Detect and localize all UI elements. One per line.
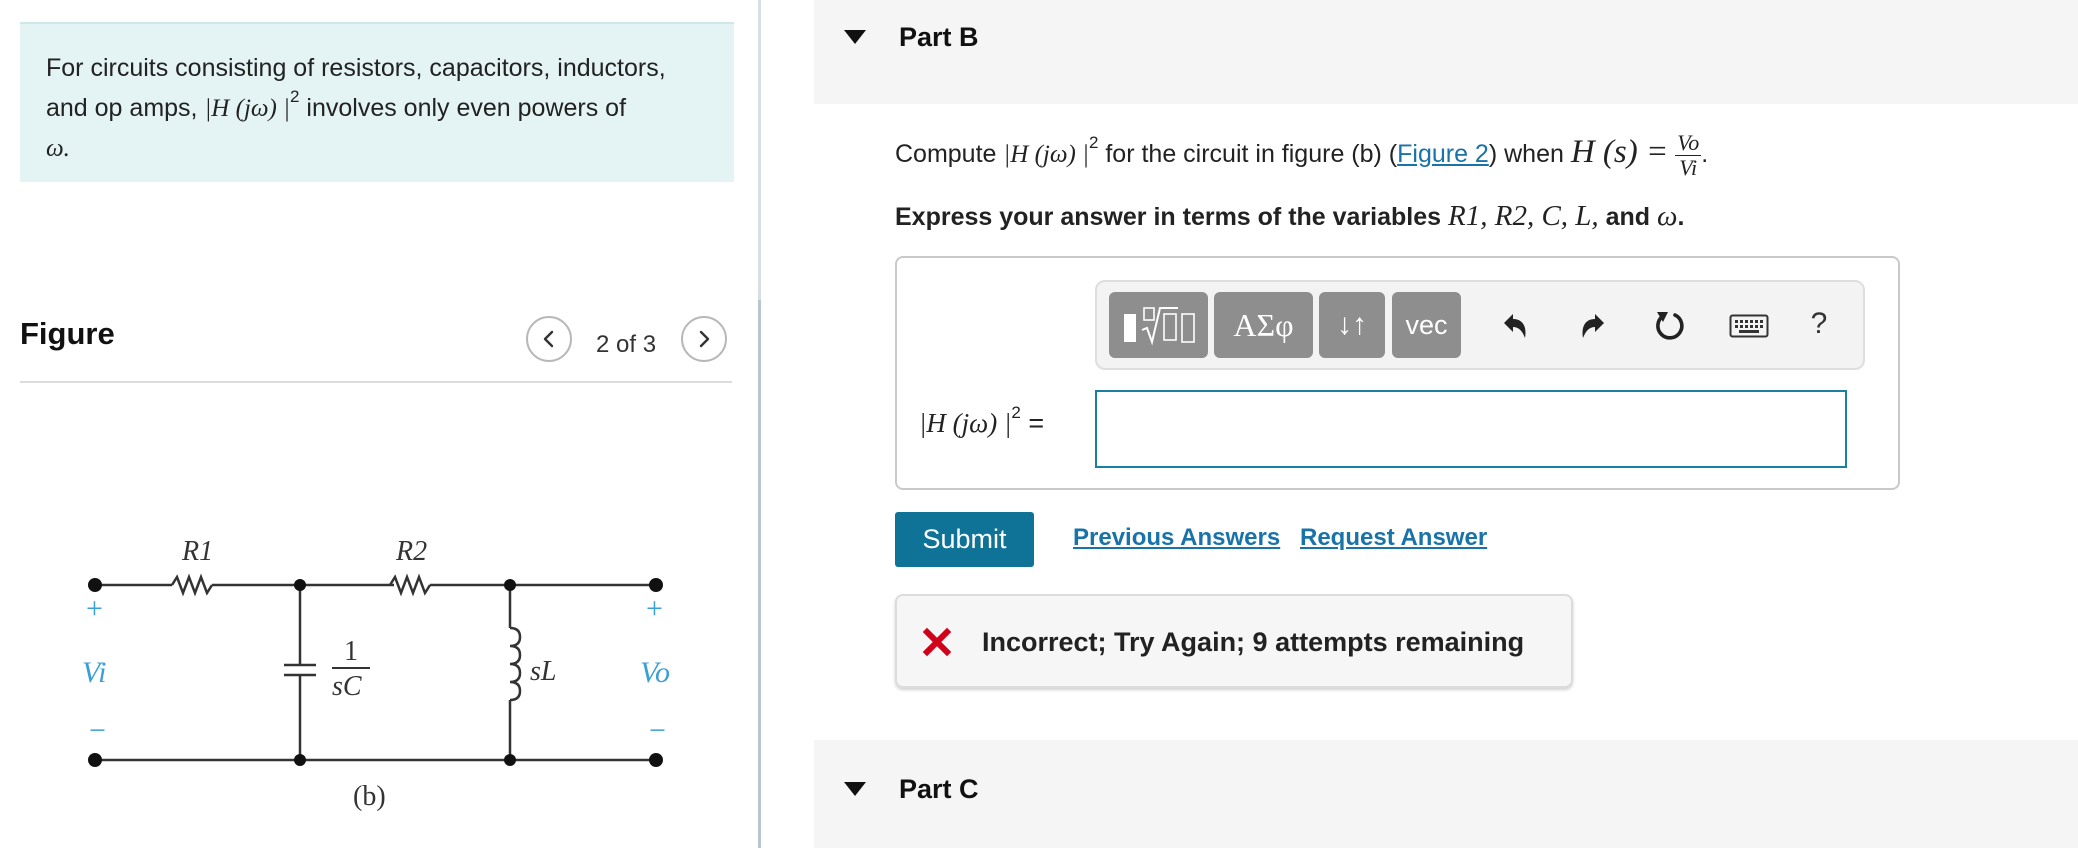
circuit-diagram: R1 R2 1 sC sL (b) + Vi − + Vo − — [82, 536, 670, 812]
figure-counter: 2 of 3 — [596, 331, 657, 358]
inductor-label: sL — [530, 656, 556, 687]
fraction-denominator: Vi — [1679, 154, 1698, 180]
answer-label: |H (jω) |2 = — [919, 404, 1045, 439]
vo-over-vi-fraction: Vo Vi — [1675, 129, 1702, 180]
vi-minus-label: − — [89, 714, 106, 747]
figure-title: Figure — [20, 316, 115, 351]
keyboard-icon[interactable] — [1727, 304, 1771, 348]
help-button[interactable]: ? — [1797, 302, 1841, 346]
feedback-box: Incorrect; Try Again; 9 attempts remaini… — [895, 594, 1573, 688]
vo-minus-label: − — [649, 714, 666, 747]
caption-label: (b) — [353, 781, 386, 812]
question-text-part: Compute — [895, 140, 1004, 168]
r2-label: R2 — [395, 536, 427, 567]
fraction-root-template-icon — [1123, 307, 1195, 346]
part-b-header[interactable]: Part B — [814, 0, 2078, 104]
vo-label: Vo — [640, 656, 670, 689]
hint-text: involves only even powers of — [299, 94, 627, 122]
answer-label-expression: |H (jω) | — [919, 408, 1012, 438]
question-text-part: for the circuit in figure (b) ( — [1098, 140, 1398, 168]
figure-divider — [20, 381, 732, 383]
feedback-text: Incorrect; Try Again; 9 attempts remaini… — [982, 627, 1525, 657]
capacitor-label-denominator: sC — [332, 671, 362, 702]
chevron-right-icon — [699, 330, 710, 348]
hint-line-2: and op amps, |H (jω) |2 involves only ev… — [46, 88, 708, 129]
request-answer-link[interactable]: Request Answer — [1300, 524, 1487, 552]
answer-box: ΑΣφ ↓↑ vec ? |H (jω) |2 = — [895, 256, 1900, 490]
question-period: . — [1701, 140, 1709, 168]
vector-button[interactable]: vec — [1392, 292, 1461, 358]
figure-2-link[interactable]: Figure 2 — [1397, 140, 1489, 168]
error-x-icon — [922, 627, 952, 657]
question-math-expression: |H (jω) | — [1003, 141, 1089, 168]
answer-input[interactable] — [1095, 390, 1847, 468]
hint-text: and op amps, — [46, 94, 205, 122]
hint-line-1: For circuits consisting of resistors, ca… — [46, 54, 666, 82]
instructions-text-part: and — [1598, 203, 1658, 231]
answer-label-exponent: 2 — [1011, 403, 1021, 422]
part-b-title: Part B — [899, 22, 979, 52]
column-scrollbar[interactable] — [758, 300, 761, 848]
question-text-part: ) when — [1488, 140, 1571, 168]
template-button[interactable] — [1109, 292, 1208, 358]
capacitor-label-numerator: 1 — [344, 636, 358, 667]
undo-icon[interactable] — [1493, 304, 1537, 348]
reset-icon[interactable] — [1648, 304, 1692, 348]
collapse-triangle-icon — [844, 30, 866, 44]
redo-icon[interactable] — [1571, 304, 1615, 348]
part-c-title: Part C — [899, 774, 979, 804]
omega-variable: ω — [1657, 200, 1678, 232]
previous-figure-button[interactable] — [526, 316, 572, 362]
hint-line-3: ω. — [46, 135, 70, 162]
submit-button[interactable]: Submit — [895, 512, 1034, 567]
math-toolbar: ΑΣφ ↓↑ vec ? — [1095, 280, 1865, 370]
greek-symbols-button[interactable]: ΑΣφ — [1214, 292, 1313, 358]
r1-label: R1 — [181, 536, 213, 567]
vo-plus-label: + — [646, 592, 663, 625]
hint-box: For circuits consisting of resistors, ca… — [20, 22, 734, 182]
transfer-function-expression: H (s) = — [1570, 134, 1669, 170]
next-figure-button[interactable] — [681, 316, 727, 362]
chevron-left-icon — [543, 330, 554, 348]
part-c-header[interactable]: Part C — [814, 740, 2078, 848]
instructions-period: . — [1677, 203, 1685, 231]
variables-list: R1, R2, C, L, — [1448, 200, 1599, 232]
instructions-text: Express your answer in terms of the vari… — [895, 200, 1684, 233]
question-exponent: 2 — [1088, 133, 1099, 152]
instructions-text-part: Express your answer in terms of the vari… — [895, 203, 1449, 231]
vi-label: Vi — [82, 656, 106, 689]
vi-plus-label: + — [86, 592, 103, 625]
hint-math-expression: |H (jω) | — [204, 95, 290, 122]
subscript-superscript-button[interactable]: ↓↑ — [1319, 292, 1385, 358]
collapse-triangle-icon — [844, 782, 866, 796]
fraction-numerator: Vo — [1675, 129, 1702, 156]
answer-label-equals: = — [1020, 408, 1045, 438]
question-text: Compute |H (jω) |2 for the circuit in fi… — [895, 122, 1708, 185]
previous-answers-link[interactable]: Previous Answers — [1073, 524, 1280, 552]
